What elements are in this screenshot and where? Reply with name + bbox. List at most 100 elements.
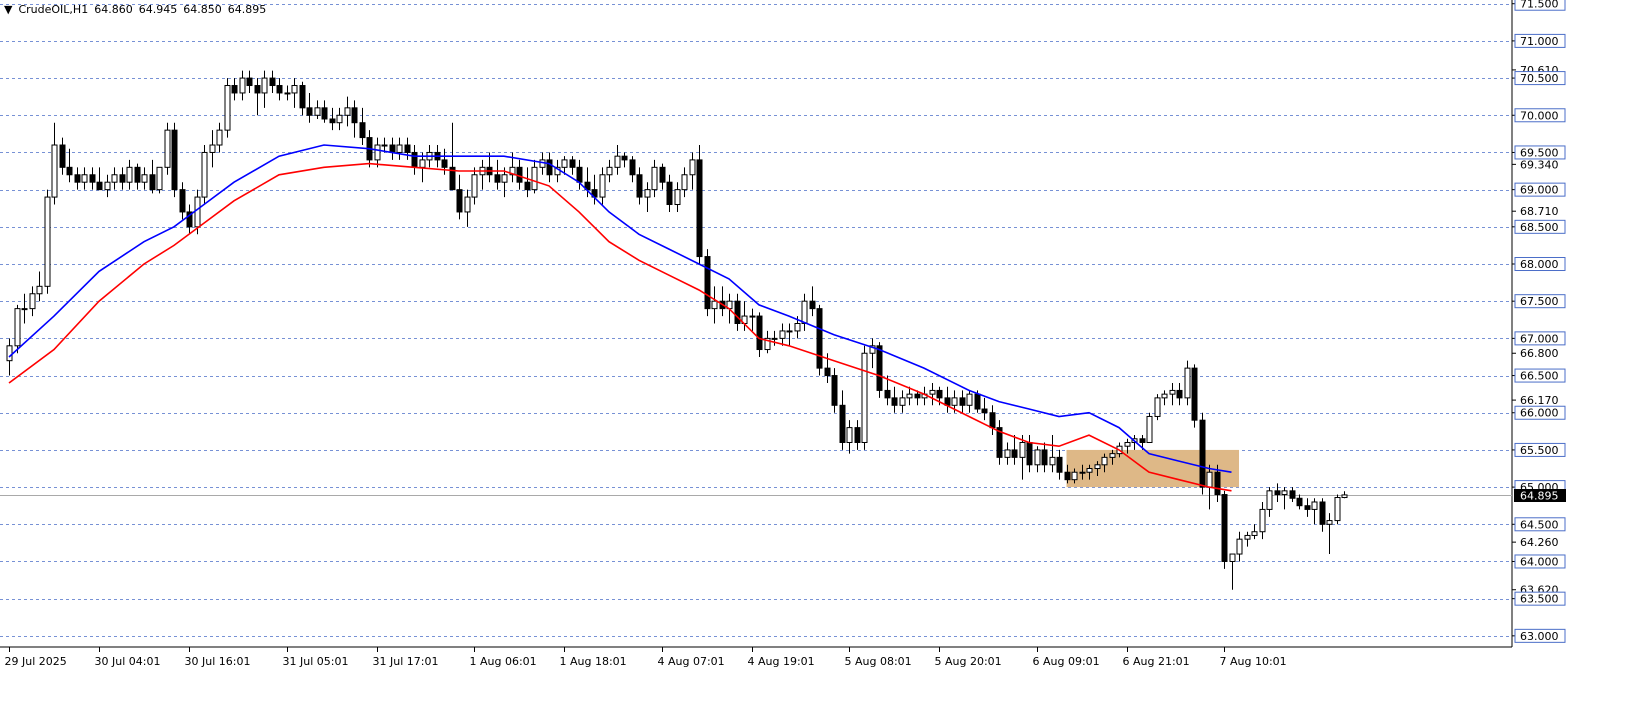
candle-body — [756, 315, 763, 351]
candle-body — [464, 196, 471, 213]
candle-body — [704, 256, 711, 310]
candle-body — [254, 85, 261, 94]
candle-body — [239, 77, 246, 94]
candle-body — [899, 397, 906, 406]
candle-body — [1296, 497, 1303, 507]
candle-body — [224, 85, 231, 131]
candle-body — [1011, 449, 1018, 458]
candle-body — [1124, 441, 1131, 447]
candle-body — [66, 166, 73, 176]
candle-body — [1266, 490, 1273, 510]
candle-body — [1109, 453, 1116, 458]
candle-body — [314, 107, 321, 116]
y-tick-label: 65.500 — [1520, 444, 1559, 457]
candle-body — [1176, 389, 1183, 399]
x-tick-label: 31 Jul 17:01 — [373, 655, 439, 668]
candle-body — [1019, 441, 1026, 458]
candle-body — [141, 174, 148, 183]
candle-body — [1049, 456, 1056, 466]
y-tick-label: 63.500 — [1520, 593, 1559, 606]
candle-body — [824, 367, 831, 377]
candle-body — [194, 196, 201, 228]
candle-body — [36, 285, 43, 295]
candle-body — [81, 174, 88, 183]
candle-body — [749, 315, 756, 318]
candle-body — [914, 393, 921, 399]
candle-body — [14, 308, 21, 347]
y-tick-label: 67.500 — [1520, 295, 1559, 308]
y-tick-label: 68.000 — [1520, 258, 1559, 271]
candle-body — [231, 85, 238, 94]
candle-body — [1086, 468, 1093, 473]
candle-body — [29, 293, 36, 310]
candle-body — [381, 144, 388, 147]
candle-body — [1206, 471, 1213, 488]
candle-body — [149, 174, 156, 191]
candle-body — [1161, 393, 1168, 399]
candle-body — [831, 375, 838, 406]
y-tick-label: 70.500 — [1520, 72, 1559, 85]
candle-body — [396, 144, 403, 153]
candle-body — [1169, 389, 1176, 395]
y-tick-label: 69.000 — [1520, 184, 1559, 197]
open-value: 64.860 — [94, 3, 133, 16]
dropdown-triangle-icon[interactable]: ▼ — [4, 3, 12, 16]
candle-body — [1094, 464, 1101, 470]
candle-body — [126, 166, 133, 183]
x-tick-label: 1 Aug 18:01 — [560, 655, 627, 668]
candle-body — [1034, 449, 1041, 466]
candle-body — [1311, 501, 1318, 510]
candle-body — [1004, 449, 1011, 458]
y-tick-label: 71.500 — [1520, 0, 1559, 11]
y-tick-label: 71.000 — [1520, 35, 1559, 48]
candle-body — [344, 107, 351, 116]
candle-body — [981, 408, 988, 414]
candle-body — [794, 323, 801, 332]
candle-body — [89, 174, 96, 183]
ma-line-blue — [8, 144, 1232, 473]
candle-body — [156, 166, 163, 191]
candle-body — [329, 118, 336, 124]
candle-body — [494, 174, 501, 183]
candle-body — [1079, 471, 1086, 474]
candle-body — [636, 174, 643, 198]
x-tick-label: 4 Aug 07:01 — [658, 655, 725, 668]
candle-body — [51, 144, 58, 198]
candle-body — [111, 174, 118, 183]
candle-body — [1071, 471, 1078, 481]
candle-body — [179, 189, 186, 213]
candle-body — [419, 159, 426, 168]
candle-body — [456, 189, 463, 213]
candle-body — [1341, 494, 1348, 499]
x-tick-label: 6 Aug 09:01 — [1033, 655, 1100, 668]
candle-body — [59, 144, 66, 168]
candle-body — [1139, 438, 1146, 443]
candle-body — [989, 412, 996, 429]
y-tick-label: 68.500 — [1520, 221, 1559, 234]
candle-body — [119, 174, 126, 183]
candle-body — [1191, 367, 1198, 421]
candle-body — [1214, 471, 1221, 496]
candle-body — [891, 397, 898, 406]
y-tick-label: 69.340 — [1520, 158, 1559, 171]
candle-body — [779, 330, 786, 339]
candle-body — [561, 159, 568, 168]
candle-body — [569, 159, 576, 168]
candle-body — [276, 85, 283, 94]
candle-body — [576, 166, 583, 183]
x-tick-label: 4 Aug 19:01 — [748, 655, 815, 668]
price-chart[interactable]: 71.50071.00070.61070.50070.00069.50069.3… — [0, 0, 1651, 705]
candle-body — [936, 389, 943, 399]
candle-body — [809, 300, 816, 310]
candle-body — [771, 337, 778, 340]
x-tick-label: 30 Jul 16:01 — [185, 655, 251, 668]
candle-body — [284, 92, 291, 95]
candle-body — [96, 181, 103, 191]
candle-body — [854, 427, 861, 443]
candle-body — [336, 114, 343, 124]
candle-body — [216, 129, 223, 146]
candle-body — [644, 189, 651, 198]
y-tick-label: 66.800 — [1520, 347, 1559, 360]
candle-body — [786, 330, 793, 333]
candle-body — [389, 144, 396, 153]
